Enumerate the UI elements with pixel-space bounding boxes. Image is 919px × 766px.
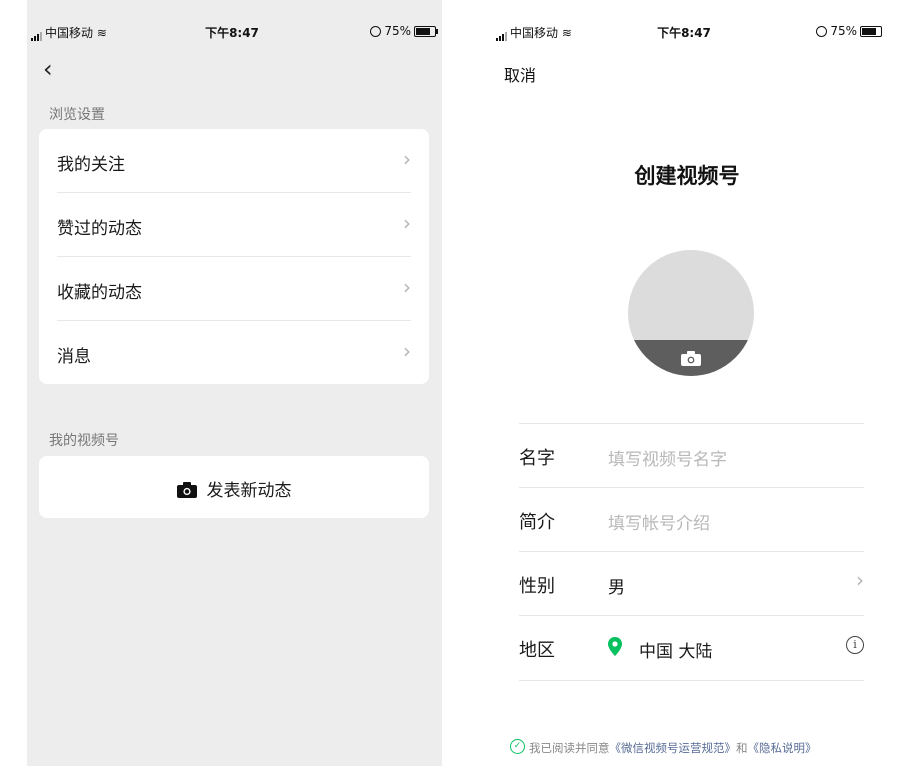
menu-item-following[interactable]: 我的关注 › [57,129,411,193]
menu-item-messages[interactable]: 消息 › [57,321,411,384]
section-title-my-channel: 我的视频号 [49,433,119,449]
intro-input[interactable]: 填写帐号介绍 [608,509,710,534]
chevron-right-icon: › [403,211,411,235]
info-icon[interactable]: i [846,636,864,654]
agreement-row: ✓ 我已阅读并同意《微信视频号运营规范》和《隐私说明》 [510,739,817,756]
status-time: 下午8:47 [657,26,711,40]
cancel-button[interactable]: 取消 [504,62,536,86]
menu-item-label: 赞过的动态 [57,219,142,239]
menu-item-saved-posts[interactable]: 收藏的动态 › [57,257,411,321]
signal-icon [496,27,508,41]
orientation-lock-icon [816,26,828,37]
battery-indicator: 75% [816,24,882,38]
chevron-right-icon: › [403,339,411,363]
carrier: 中国移动 ≋ [31,24,107,41]
battery-icon [860,26,882,37]
post-new-moment-button[interactable]: 发表新动态 [39,456,429,518]
gender-row[interactable]: 性别 男 › [519,551,864,616]
status-bar: 中国移动 ≋ 下午8:47 75% [27,20,442,44]
battery-icon [414,26,438,37]
status-time: 下午8:47 [205,26,259,40]
region-row[interactable]: 地区 中国 大陆 i [519,615,864,681]
privacy-policy-link[interactable]: 《隐私说明》 [748,741,817,755]
post-button-label: 发表新动态 [206,481,292,501]
avatar-upload[interactable] [628,250,754,376]
orientation-lock-icon [370,26,382,37]
wifi-icon: ≋ [561,26,572,40]
gender-value: 男 [608,578,625,598]
name-label: 名字 [519,448,555,469]
chevron-right-icon: › [403,147,411,171]
region-value: 中国 大陆 [639,642,713,662]
agreement-prefix: 我已阅读并同意 [529,741,610,755]
intro-label: 简介 [519,512,555,533]
status-bar: 中国移动 ≋ 下午8:47 75% [492,20,882,44]
back-icon[interactable]: ‹ [43,57,53,81]
chevron-right-icon: › [403,275,411,299]
battery-indicator: 75% [370,24,438,38]
wifi-icon: ≋ [96,26,107,40]
signal-icon [31,27,43,41]
section-title-browse: 浏览设置 [49,107,105,123]
menu-item-label: 我的关注 [57,155,125,175]
browse-settings-card: 我的关注 › 赞过的动态 › 收藏的动态 › 消息 › [39,129,429,384]
intro-row[interactable]: 简介 填写帐号介绍 [519,487,864,552]
carrier: 中国移动 ≋ [496,24,572,41]
region-label: 地区 [519,640,555,661]
location-pin-icon [608,637,622,656]
camera-icon [176,482,197,498]
gender-label: 性别 [519,576,555,597]
camera-icon [681,351,701,366]
name-input[interactable]: 填写视频号名字 [608,445,727,470]
create-channel-screen: 中国移动 ≋ 下午8:47 75% 取消 创建视频号 名字 填写视频号名字 简介… [492,0,882,766]
settings-screen: 中国移动 ≋ 下午8:47 75% ‹ 浏览设置 我的关注 › 赞过的动态 › … [27,0,442,766]
menu-item-label: 消息 [57,347,91,367]
operation-rules-link[interactable]: 《微信视频号运营规范》 [610,741,737,755]
agreement-checkbox[interactable]: ✓ [510,739,525,754]
menu-item-liked-posts[interactable]: 赞过的动态 › [57,193,411,257]
agreement-conjunction: 和 [736,741,748,755]
chevron-right-icon: › [856,568,864,592]
page-title: 创建视频号 [634,164,740,188]
menu-item-label: 收藏的动态 [57,283,142,303]
name-row[interactable]: 名字 填写视频号名字 [519,423,864,488]
